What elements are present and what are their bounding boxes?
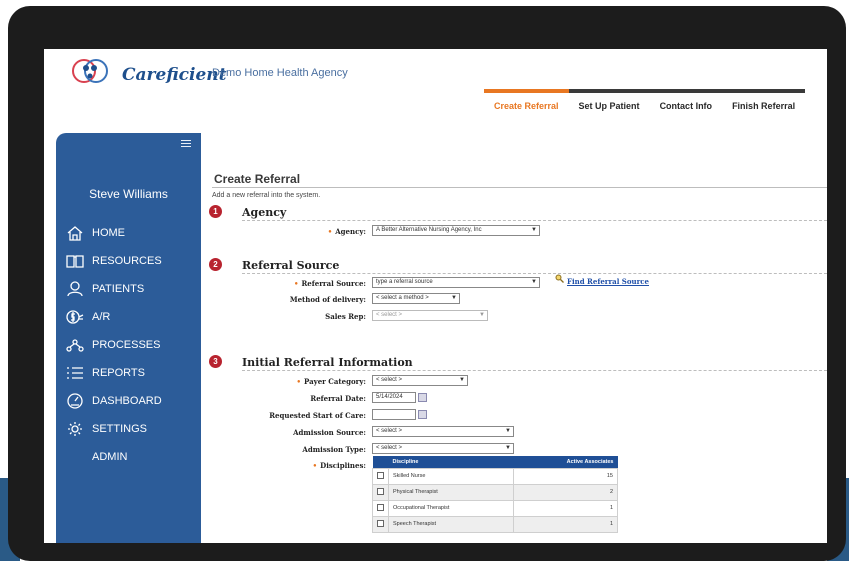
section-number-badge: 2	[209, 258, 222, 271]
referral-source-input[interactable]: type a referral source ▼	[372, 277, 540, 288]
sidebar-item-label: ADMIN	[92, 451, 128, 463]
tablet-frame: Careficient Demo Home Health Agency Crea…	[8, 6, 846, 561]
list-icon	[64, 364, 86, 382]
discipline-cell: Occupational Therapist	[388, 499, 514, 517]
table-row: Skilled Nurse 15	[372, 467, 619, 485]
admission-source-select[interactable]: < select > ▼	[372, 426, 514, 437]
calendar-icon[interactable]	[418, 393, 427, 402]
agency-select[interactable]: A Better Alternative Nursing Agency, Inc…	[372, 225, 540, 236]
sidebar-item-label: PATIENTS	[92, 283, 145, 295]
sidebar-item-ar[interactable]: A/R	[64, 303, 162, 331]
row-checkbox[interactable]	[377, 487, 384, 495]
active-associates-cell: 1	[512, 515, 619, 533]
sidebar-item-settings[interactable]: SETTINGS	[64, 415, 162, 443]
sidebar: Steve Williams HOME RESOURCES PATIENTS A…	[56, 133, 201, 543]
admission-source-label: Admission Source:	[293, 428, 366, 437]
page-subtitle: Add a new referral into the system.	[212, 192, 321, 199]
section-number-badge: 1	[209, 205, 222, 218]
table-header-active-associates: Active Associates	[513, 456, 618, 468]
gear-icon	[64, 420, 86, 438]
section-title-agency: Agency	[242, 206, 287, 219]
person-icon	[64, 280, 86, 298]
sidebar-item-label: RESOURCES	[92, 255, 162, 267]
brand-name: Careficient	[122, 65, 227, 85]
discipline-cell: Skilled Nurse	[388, 467, 514, 485]
row-checkbox[interactable]	[377, 503, 384, 511]
gauge-icon	[64, 392, 86, 410]
find-referral-source-link[interactable]: Find Referral Source	[567, 277, 649, 286]
method-of-delivery-label: Method of delivery:	[289, 295, 366, 304]
agency-label: • Agency:	[327, 227, 366, 236]
sidebar-item-dashboard[interactable]: DASHBOARD	[64, 387, 162, 415]
sidebar-item-label: HOME	[92, 227, 125, 239]
referral-date-input[interactable]: 5/14/2024	[372, 392, 416, 403]
user-name: Steve Williams	[89, 187, 168, 201]
table-row: Speech Therapist 1	[372, 515, 619, 533]
sidebar-item-label: SETTINGS	[92, 423, 148, 435]
method-of-delivery-select[interactable]: < select a method > ▼	[372, 293, 460, 304]
active-associates-cell: 1	[512, 499, 619, 517]
sidebar-item-reports[interactable]: REPORTS	[64, 359, 162, 387]
referral-source-label: • Referral Source:	[293, 279, 366, 288]
search-icon[interactable]	[555, 274, 564, 283]
sidebar-item-label: DASHBOARD	[92, 395, 162, 407]
admission-type-select[interactable]: < select > ▼	[372, 443, 514, 454]
app-screen: Careficient Demo Home Health Agency Crea…	[44, 49, 827, 543]
section-title-initial-referral: Initial Referral Information	[242, 356, 413, 369]
row-checkbox[interactable]	[377, 471, 384, 479]
section-divider	[242, 370, 827, 371]
careficient-logo	[72, 59, 108, 83]
process-icon	[64, 336, 86, 354]
table-row: Occupational Therapist 1	[372, 499, 619, 517]
requested-start-of-care-input[interactable]	[372, 409, 416, 420]
disciplines-label: • Disciplines:	[312, 461, 366, 470]
sales-rep-select[interactable]: < select > ▼	[372, 310, 488, 321]
page-title: Create Referral	[214, 172, 301, 186]
requested-start-of-care-label: Requested Start of Care:	[269, 411, 366, 420]
step-contact-info[interactable]: Contact Info	[649, 89, 723, 121]
table-header-checkbox	[372, 456, 389, 468]
sidebar-item-label: PROCESSES	[92, 339, 161, 351]
payer-category-label: • Payer Category:	[296, 377, 366, 386]
section-divider	[242, 220, 827, 221]
sidebar-nav: HOME RESOURCES PATIENTS A/R PROCESSES RE…	[64, 219, 162, 471]
agency-name: Demo Home Health Agency	[212, 67, 348, 79]
admission-type-label: Admission Type:	[302, 445, 366, 454]
active-associates-cell: 2	[512, 483, 619, 501]
home-icon	[64, 224, 86, 242]
sidebar-item-home[interactable]: HOME	[64, 219, 162, 247]
sales-rep-label: Sales Rep:	[325, 312, 366, 321]
disciplines-table: Discipline Active Associates Skilled Nur…	[372, 456, 619, 533]
active-associates-cell: 15	[512, 467, 619, 485]
row-checkbox[interactable]	[377, 519, 384, 527]
sidebar-item-label: REPORTS	[92, 367, 145, 379]
sidebar-item-resources[interactable]: RESOURCES	[64, 247, 162, 275]
discipline-cell: Physical Therapist	[388, 483, 514, 501]
section-number-badge: 3	[209, 355, 222, 368]
sidebar-item-patients[interactable]: PATIENTS	[64, 275, 162, 303]
wizard-steps: Create Referral Set Up Patient Contact I…	[484, 89, 806, 121]
section-divider	[242, 273, 827, 274]
step-set-up-patient[interactable]: Set Up Patient	[568, 89, 650, 121]
step-finish-referral[interactable]: Finish Referral	[722, 89, 806, 121]
sidebar-item-label: A/R	[92, 311, 111, 323]
sidebar-item-processes[interactable]: PROCESSES	[64, 331, 162, 359]
book-icon	[64, 252, 86, 270]
discipline-cell: Speech Therapist	[388, 515, 514, 533]
payer-category-select[interactable]: < select > ▼	[372, 375, 468, 386]
main-content: Create Referral Add a new referral into …	[204, 133, 827, 543]
step-create-referral[interactable]: Create Referral	[484, 89, 569, 121]
table-row: Physical Therapist 2	[372, 483, 619, 501]
section-title-referral-source: Referral Source	[242, 259, 340, 272]
title-divider	[212, 187, 827, 188]
referral-date-label: Referral Date:	[310, 394, 366, 403]
table-header-discipline: Discipline	[388, 456, 514, 468]
dollar-hand-icon	[64, 308, 86, 326]
collapse-menu-icon[interactable]	[181, 140, 191, 148]
calendar-icon[interactable]	[418, 410, 427, 419]
sidebar-item-admin[interactable]: ADMIN	[64, 443, 162, 471]
